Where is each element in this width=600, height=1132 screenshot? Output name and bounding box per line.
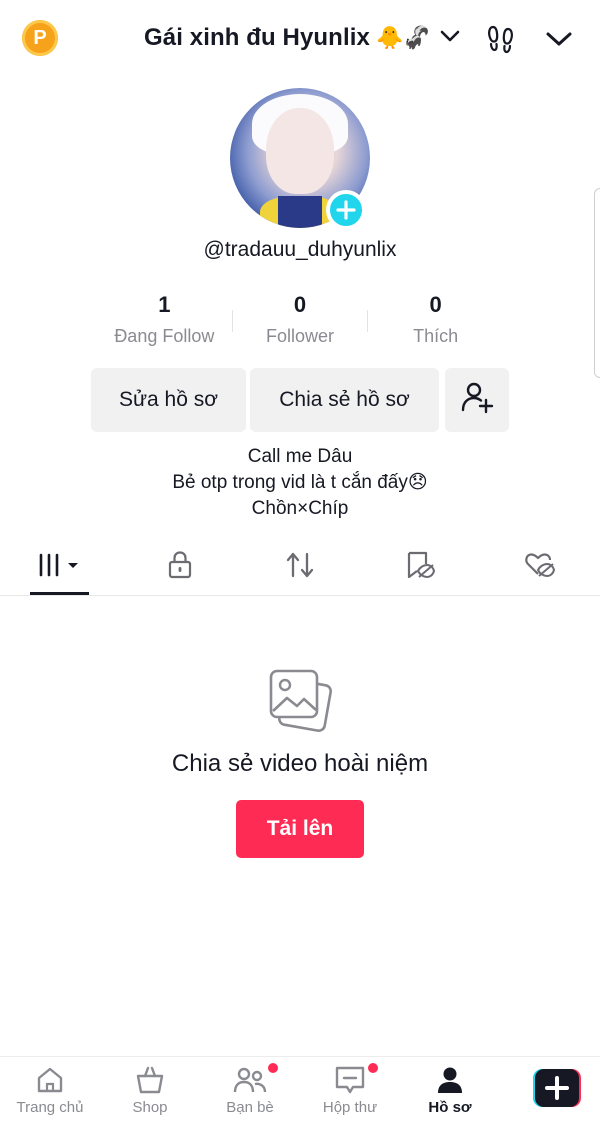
stat-following[interactable]: 1 Đang Follow [97, 290, 232, 352]
notification-dot [368, 1063, 378, 1073]
upload-button[interactable]: Tải lên [236, 800, 364, 858]
nav-label: Bạn bè [226, 1099, 274, 1116]
profile-page: P Gái xinh đu Hyunlix 🐥🦨 @tradauu_duhyun… [0, 0, 600, 1132]
footprints-icon[interactable] [484, 22, 518, 56]
nav-home[interactable]: Trang chủ [0, 1065, 100, 1129]
nav-label: Shop [132, 1099, 168, 1116]
tab-saved[interactable] [390, 540, 449, 594]
profile-icon [400, 1065, 500, 1095]
bio-line: Call me Dâu [247, 446, 353, 467]
stat-label: Follower [265, 326, 335, 346]
empty-state-title: Chia sẻ video hoài niệm [171, 750, 429, 777]
grid-videos-icon [37, 552, 83, 583]
nav-label: Trang chủ [16, 1099, 84, 1116]
avatar[interactable] [230, 88, 370, 230]
stat-value: 0 [429, 292, 442, 317]
nav-inbox[interactable]: Hộp thư [300, 1063, 400, 1129]
add-friend-button[interactable] [445, 368, 509, 432]
nav-friends[interactable]: Bạn bè [200, 1063, 300, 1129]
lock-icon [166, 550, 194, 585]
friends-icon [200, 1065, 300, 1095]
bio-line: Chồn×Chíp [251, 498, 349, 519]
home-icon [0, 1065, 100, 1095]
bookmark-hidden-icon [404, 550, 436, 585]
add-story-icon[interactable] [326, 190, 366, 230]
add-user-icon [460, 380, 494, 420]
account-switcher[interactable]: Gái xinh đu Hyunlix 🐥🦨 [144, 18, 461, 58]
nav-profile[interactable]: Hồ sơ [400, 1065, 500, 1129]
menu-chevron-icon[interactable] [542, 24, 576, 54]
nav-label: Hộp thư [322, 1099, 378, 1116]
tab-videos[interactable] [30, 540, 89, 594]
content-tabs [0, 540, 600, 596]
share-profile-button[interactable]: Chia sẻ hồ sơ [250, 368, 439, 432]
nav-shop[interactable]: Shop [100, 1065, 200, 1129]
edit-profile-button[interactable]: Sửa hồ sơ [91, 368, 246, 432]
stats-row: 1 Đang Follow 0 Follower 0 Thích [97, 290, 503, 352]
chevron-down-icon [439, 29, 461, 48]
tab-active-indicator [30, 592, 89, 595]
stat-likes[interactable]: 0 Thích [368, 290, 503, 352]
photo-stack-icon [268, 668, 332, 739]
stat-followers[interactable]: 0 Follower [233, 290, 368, 352]
account-title-emoji: 🐥🦨 [375, 25, 431, 50]
account-title: Gái xinh đu Hyunlix [144, 24, 370, 51]
shop-bag-icon [100, 1065, 200, 1095]
bottom-navigation: Trang chủ Shop Bạn bè Hộp thư Hồ sơ [0, 1056, 600, 1132]
bio: Call me Dâu Bẻ otp trong vid là t cắn đấ… [0, 444, 600, 522]
tab-private[interactable] [150, 540, 209, 594]
create-button[interactable] [533, 1067, 581, 1109]
coin-icon[interactable]: P [22, 20, 58, 56]
nav-label: Hồ sơ [428, 1099, 472, 1116]
stat-label: Thích [413, 326, 459, 346]
tab-reposts[interactable] [270, 540, 329, 594]
stat-value: 0 [293, 292, 307, 317]
stat-label: Đang Follow [114, 326, 215, 346]
heart-hidden-icon [524, 550, 556, 585]
stat-value: 1 [158, 292, 171, 317]
inbox-icon [300, 1065, 400, 1095]
tab-liked[interactable] [510, 540, 569, 594]
side-scroll-handle[interactable] [594, 188, 600, 378]
repost-icon [284, 550, 316, 585]
notification-dot [268, 1063, 278, 1073]
bio-line: Bẻ otp trong vid là t cắn đấy😞 [172, 472, 428, 493]
username: @tradauu_duhyunlix [203, 238, 397, 261]
coin-label: P [33, 26, 47, 49]
